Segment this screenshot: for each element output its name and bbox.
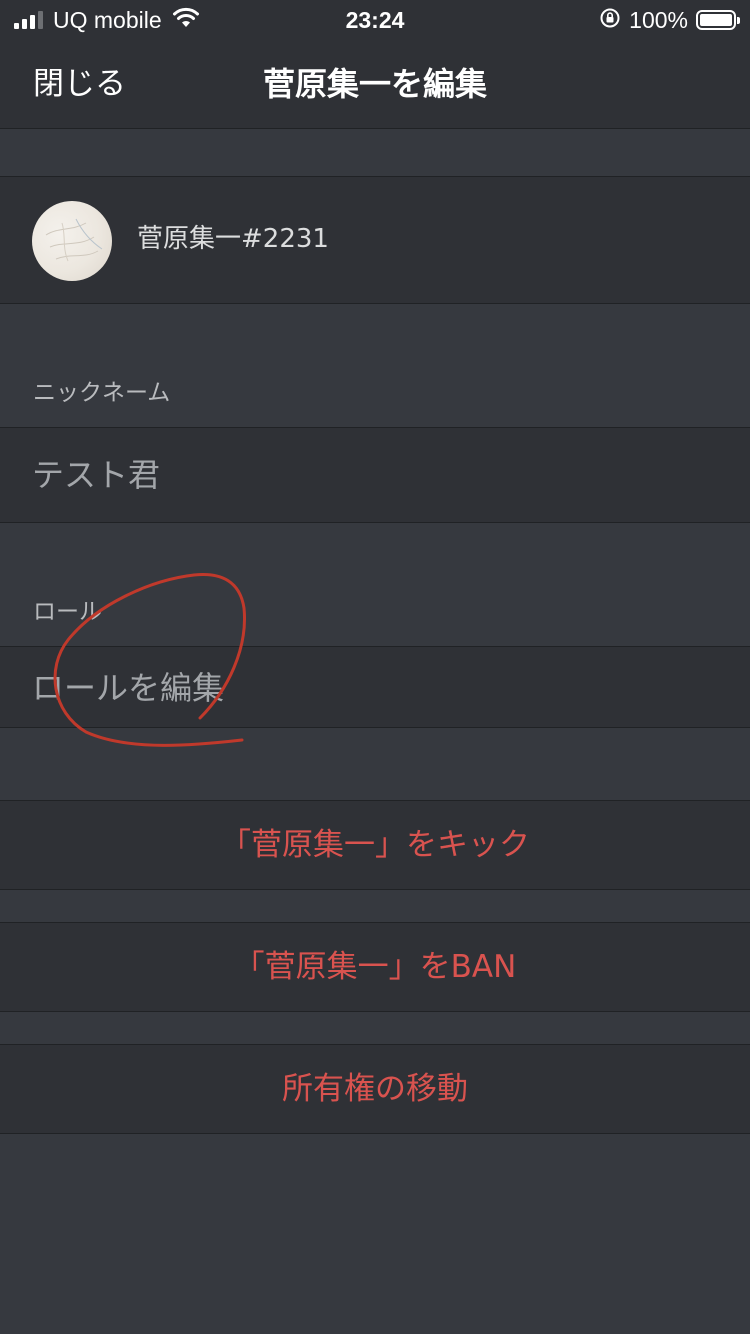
ban-button[interactable]: 「菅原集一」をBAN: [0, 945, 750, 989]
transfer-ownership-row[interactable]: 所有権の移動: [0, 1044, 750, 1134]
status-bar: UQ mobile 23:24 100%: [0, 0, 750, 40]
edit-roles-row[interactable]: ロールを編集: [0, 646, 750, 728]
nickname-section-label: ニックネーム: [33, 380, 171, 406]
battery-percentage: 100%: [629, 6, 688, 33]
profile-row: 菅原集一#2231: [0, 176, 750, 304]
kick-button[interactable]: 「菅原集一」をキック: [0, 823, 750, 867]
page-title: 菅原集一を編集: [262, 65, 487, 103]
nickname-field[interactable]: テスト君: [0, 427, 750, 523]
kick-row[interactable]: 「菅原集一」をキック: [0, 800, 750, 890]
username: 菅原集一#2231: [137, 224, 329, 254]
nav-bar: 閉じる 菅原集一を編集: [0, 40, 750, 129]
avatar: [32, 201, 112, 281]
status-right: 100%: [599, 6, 740, 34]
nickname-value[interactable]: テスト君: [32, 454, 160, 496]
orientation-lock-icon: [599, 7, 621, 34]
ban-row[interactable]: 「菅原集一」をBAN: [0, 922, 750, 1012]
edit-roles-button[interactable]: ロールを編集: [32, 667, 224, 709]
battery-icon: [696, 10, 740, 30]
transfer-ownership-button[interactable]: 所有権の移動: [0, 1067, 750, 1111]
roles-section-label: ロール: [33, 599, 102, 625]
